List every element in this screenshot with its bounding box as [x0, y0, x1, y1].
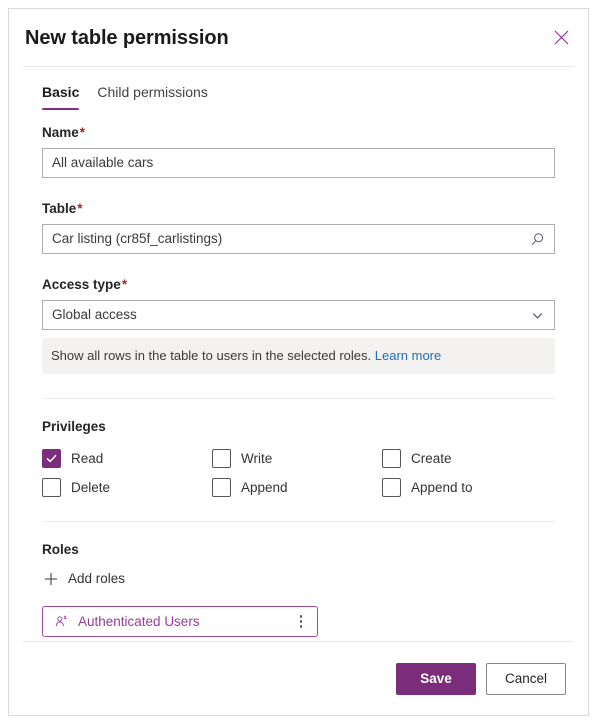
tab-list: Basic Child permissions	[9, 67, 588, 110]
privilege-create[interactable]: Create	[382, 449, 552, 468]
privilege-read[interactable]: Read	[42, 449, 212, 468]
tab-basic-label: Basic	[42, 84, 80, 100]
privilege-delete[interactable]: Delete	[42, 478, 212, 497]
name-label: Name*	[42, 124, 555, 142]
check-icon	[46, 454, 57, 463]
cancel-button[interactable]: Cancel	[486, 662, 566, 695]
access-type-selected-value: Global access	[52, 307, 137, 322]
privileges-title: Privileges	[42, 419, 106, 434]
person-glyph	[55, 615, 67, 627]
close-icon[interactable]	[546, 23, 576, 53]
dialog-footer: Save Cancel	[9, 642, 588, 715]
chevron-down-icon[interactable]	[529, 307, 545, 323]
role-chip-authenticated-users[interactable]: Authenticated Users	[42, 606, 318, 637]
access-type-dropdown[interactable]: Global access	[42, 300, 555, 330]
privilege-append-to-label: Append to	[411, 479, 473, 495]
privilege-delete-label: Delete	[71, 479, 111, 495]
field-name: Name* All available cars	[42, 124, 555, 178]
dialog-body: Name* All available cars Table* Car list…	[9, 110, 588, 641]
chevron-down-glyph	[532, 312, 542, 319]
kebab-dot	[299, 615, 303, 618]
privilege-append-to[interactable]: Append to	[382, 478, 552, 497]
name-required-marker: *	[79, 125, 86, 140]
field-access-type: Access type* Global access Show all rows…	[42, 276, 555, 374]
privilege-write[interactable]: Write	[212, 449, 382, 468]
person-icon	[53, 614, 69, 630]
add-roles-button[interactable]: Add roles	[42, 570, 125, 588]
learn-more-link[interactable]: Learn more	[375, 348, 441, 363]
tab-basic[interactable]: Basic	[42, 83, 80, 110]
privilege-append-label: Append	[241, 479, 288, 495]
save-button[interactable]: Save	[396, 662, 476, 695]
plus-glyph	[44, 573, 57, 585]
add-roles-label: Add roles	[68, 571, 126, 586]
access-type-label: Access type*	[42, 276, 555, 294]
privilege-create-label: Create	[411, 450, 452, 466]
privilege-delete-checkbox[interactable]	[42, 478, 61, 497]
info-banner-text: Show all rows in the table to users in t…	[51, 348, 372, 363]
privilege-append[interactable]: Append	[212, 478, 382, 497]
new-table-permission-dialog: New table permission Basic Child permiss…	[8, 8, 589, 716]
search-glyph	[531, 232, 543, 245]
table-input-value: Car listing (cr85f_carlistings)	[52, 231, 223, 246]
more-vertical-icon[interactable]	[293, 613, 309, 631]
privilege-read-label: Read	[71, 450, 104, 466]
plus-icon	[42, 571, 59, 588]
privilege-write-label: Write	[241, 450, 273, 466]
search-icon[interactable]	[529, 231, 545, 247]
privilege-read-checkbox[interactable]	[42, 449, 61, 468]
tab-child-permissions[interactable]: Child permissions	[97, 83, 207, 110]
access-type-label-text: Access type	[42, 277, 121, 292]
roles-title: Roles	[42, 542, 79, 557]
name-input[interactable]: All available cars	[42, 148, 555, 178]
close-glyph	[554, 30, 568, 45]
roles-divider	[42, 521, 555, 522]
tab-child-permissions-label: Child permissions	[97, 84, 208, 100]
kebab-dot	[299, 620, 303, 623]
name-input-value: All available cars	[52, 155, 154, 170]
table-input[interactable]: Car listing (cr85f_carlistings)	[42, 224, 555, 254]
role-chip-label: Authenticated Users	[78, 613, 200, 629]
access-type-required-marker: *	[121, 277, 128, 292]
field-table: Table* Car listing (cr85f_carlistings)	[42, 200, 555, 254]
dialog-title: New table permission	[25, 26, 229, 49]
access-type-info-banner: Show all rows in the table to users in t…	[42, 338, 555, 374]
kebab-dot	[299, 625, 303, 628]
table-required-marker: *	[77, 201, 83, 216]
privilege-create-checkbox[interactable]	[382, 449, 401, 468]
privileges-grid: Read Write Create Delete Append Append t	[42, 449, 555, 497]
name-label-text: Name	[42, 125, 79, 140]
privilege-write-checkbox[interactable]	[212, 449, 231, 468]
dialog-header: New table permission	[9, 9, 588, 66]
privilege-append-checkbox[interactable]	[212, 478, 231, 497]
privilege-append-to-checkbox[interactable]	[382, 478, 401, 497]
table-label: Table*	[42, 200, 555, 218]
privileges-divider	[42, 398, 555, 399]
table-label-text: Table	[42, 201, 77, 216]
